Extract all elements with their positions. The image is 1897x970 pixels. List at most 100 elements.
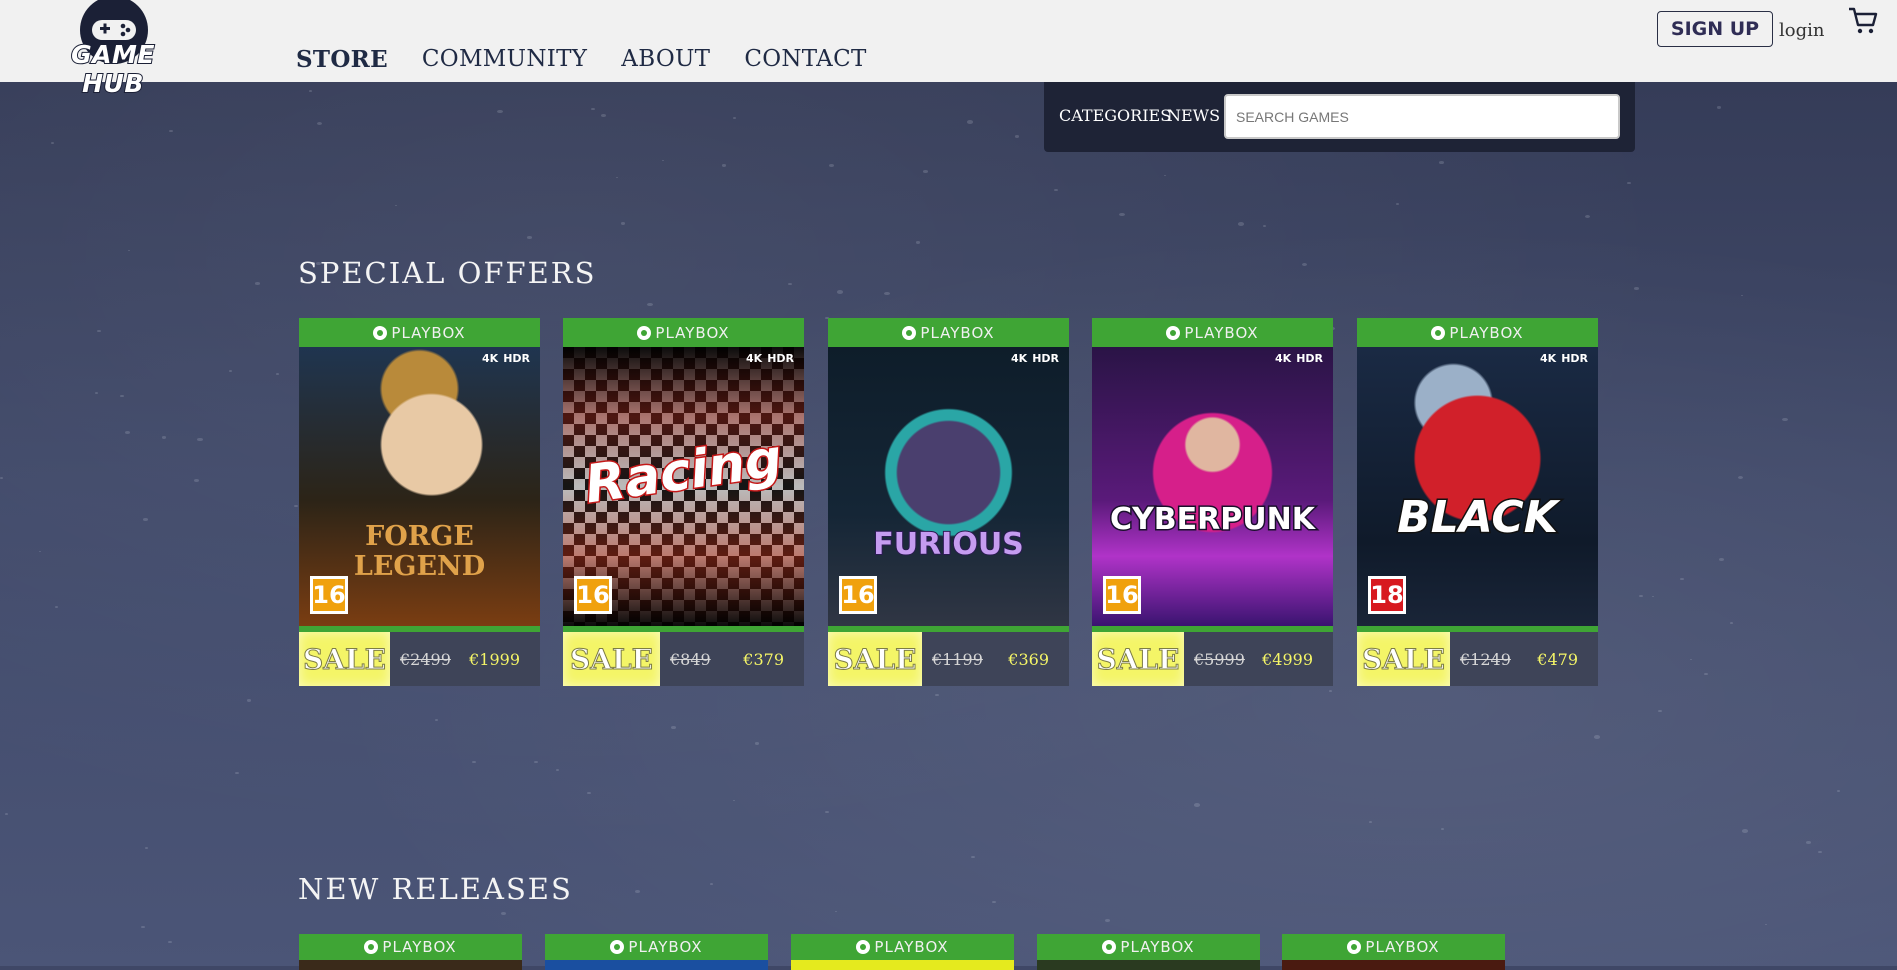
game-title: BLACK bbox=[1396, 491, 1560, 545]
background-speck bbox=[916, 241, 921, 244]
background-speck bbox=[162, 436, 167, 439]
signup-button[interactable]: SIGN UP bbox=[1657, 11, 1773, 47]
playbox-icon bbox=[856, 940, 871, 954]
badge-hdr: HDR bbox=[1561, 352, 1588, 365]
background-speck bbox=[556, 769, 559, 771]
release-cover bbox=[299, 960, 522, 970]
new-price: €379 bbox=[743, 650, 784, 669]
new-price: €479 bbox=[1537, 650, 1578, 669]
game-cover: 4K HDR FORGE LEGEND 16 bbox=[299, 347, 540, 626]
platform-label: PLAYBOX bbox=[545, 934, 768, 960]
offer-card[interactable]: PLAYBOX 4K HDR Racing 16 SALE €849 €379 bbox=[563, 318, 804, 686]
background-speck bbox=[1594, 735, 1600, 739]
background-speck bbox=[722, 164, 727, 167]
background-speck bbox=[1329, 690, 1332, 692]
platform-label: PLAYBOX bbox=[299, 934, 522, 960]
background-speck bbox=[671, 726, 676, 729]
platform-label: PLAYBOX bbox=[1092, 318, 1333, 347]
news-link[interactable]: NEWS bbox=[1167, 106, 1220, 125]
badge-4k: 4K bbox=[1275, 352, 1292, 365]
platform-text: PLAYBOX bbox=[1184, 323, 1259, 342]
background-speck bbox=[884, 292, 890, 296]
release-cover bbox=[1037, 960, 1260, 970]
playbox-icon bbox=[610, 940, 625, 954]
background-speck bbox=[1717, 106, 1722, 109]
main-nav: STORE COMMUNITY ABOUT CONTACT bbox=[296, 46, 867, 73]
platform-label: PLAYBOX bbox=[563, 318, 804, 347]
format-badges: 4K HDR bbox=[1011, 352, 1059, 365]
background-speck bbox=[534, 761, 538, 764]
age-rating: 18 bbox=[1368, 576, 1406, 614]
platform-label: PLAYBOX bbox=[791, 934, 1014, 960]
background-speck bbox=[1441, 828, 1445, 830]
background-speck bbox=[1396, 203, 1399, 205]
release-card[interactable]: PLAYBOX bbox=[545, 934, 768, 970]
badge-hdr: HDR bbox=[503, 352, 530, 365]
background-speck bbox=[0, 477, 4, 479]
platform-text: PLAYBOX bbox=[1120, 938, 1195, 956]
game-cover: 4K HDR BLACK 18 bbox=[1357, 347, 1598, 626]
playbox-icon bbox=[637, 325, 652, 340]
badge-4k: 4K bbox=[482, 352, 499, 365]
playbox-icon bbox=[1431, 325, 1446, 340]
sale-badge: SALE bbox=[1357, 632, 1450, 686]
background-speck bbox=[194, 479, 199, 482]
playbox-icon bbox=[1102, 940, 1117, 954]
old-price: €5999 bbox=[1194, 649, 1245, 669]
platform-label: PLAYBOX bbox=[828, 318, 1069, 347]
background-speck bbox=[935, 694, 939, 697]
release-card[interactable]: PLAYBOX bbox=[299, 934, 522, 970]
playbox-icon bbox=[902, 325, 917, 340]
release-card[interactable]: PLAYBOX bbox=[1037, 934, 1260, 970]
price-row: SALE €2499 €1999 bbox=[299, 626, 540, 686]
platform-label: PLAYBOX bbox=[1282, 934, 1505, 960]
sale-badge: SALE bbox=[299, 632, 390, 686]
platform-text: PLAYBOX bbox=[1449, 323, 1524, 342]
release-card[interactable]: PLAYBOX bbox=[791, 934, 1014, 970]
background-speck bbox=[1680, 578, 1684, 581]
age-rating: 16 bbox=[839, 576, 877, 614]
background-speck bbox=[923, 170, 928, 173]
platform-text: PLAYBOX bbox=[382, 938, 457, 956]
site-logo[interactable]: GAME HUB bbox=[44, 0, 180, 99]
format-badges: 4K HDR bbox=[1275, 352, 1323, 365]
nav-store[interactable]: STORE bbox=[296, 46, 388, 73]
platform-text: PLAYBOX bbox=[874, 938, 949, 956]
nav-contact[interactable]: CONTACT bbox=[744, 46, 866, 73]
platform-text: PLAYBOX bbox=[1365, 938, 1440, 956]
offer-card[interactable]: PLAYBOX 4K HDR BLACK 18 SALE €1249 €479 bbox=[1357, 318, 1598, 686]
categories-link[interactable]: CATEGORIES bbox=[1059, 106, 1171, 125]
age-rating: 16 bbox=[574, 576, 612, 614]
background-speck bbox=[587, 792, 591, 795]
age-rating: 16 bbox=[310, 576, 348, 614]
format-badges: 4K HDR bbox=[1540, 352, 1588, 365]
offer-card[interactable]: PLAYBOX 4K HDR FURIOUS 16 SALE €1199 €369 bbox=[828, 318, 1069, 686]
old-price: €1249 bbox=[1460, 649, 1511, 669]
background-speck bbox=[1738, 476, 1743, 479]
offer-card[interactable]: PLAYBOX 4K HDR FORGE LEGEND 16 SALE €2499… bbox=[299, 318, 540, 686]
background-speck bbox=[733, 117, 736, 119]
background-speck bbox=[1015, 135, 1020, 138]
nav-about[interactable]: ABOUT bbox=[621, 46, 710, 73]
old-price: €1199 bbox=[932, 649, 983, 669]
background-speck bbox=[1742, 829, 1748, 833]
background-speck bbox=[1730, 622, 1733, 624]
new-price: €369 bbox=[1008, 650, 1049, 669]
format-badges: 4K HDR bbox=[482, 352, 530, 365]
playbox-icon bbox=[1347, 940, 1362, 954]
background-speck bbox=[229, 370, 232, 372]
new-price: €4999 bbox=[1262, 650, 1313, 669]
badge-hdr: HDR bbox=[767, 352, 794, 365]
game-title: CYBERPUNK bbox=[1109, 501, 1317, 539]
search-input[interactable] bbox=[1224, 94, 1620, 139]
price-row: SALE €849 €379 bbox=[563, 626, 804, 686]
release-card[interactable]: PLAYBOX bbox=[1282, 934, 1505, 970]
offer-card[interactable]: PLAYBOX 4K HDR CYBERPUNK 16 SALE €5999 €4… bbox=[1092, 318, 1333, 686]
sale-badge: SALE bbox=[563, 632, 660, 686]
logo-text: GAME HUB bbox=[70, 39, 155, 99]
nav-community[interactable]: COMMUNITY bbox=[422, 46, 587, 73]
background-speck bbox=[5, 813, 8, 815]
login-link[interactable]: login bbox=[1779, 20, 1824, 41]
new-releases-title: NEW RELEASES bbox=[298, 872, 573, 906]
cart-icon[interactable] bbox=[1848, 6, 1878, 36]
